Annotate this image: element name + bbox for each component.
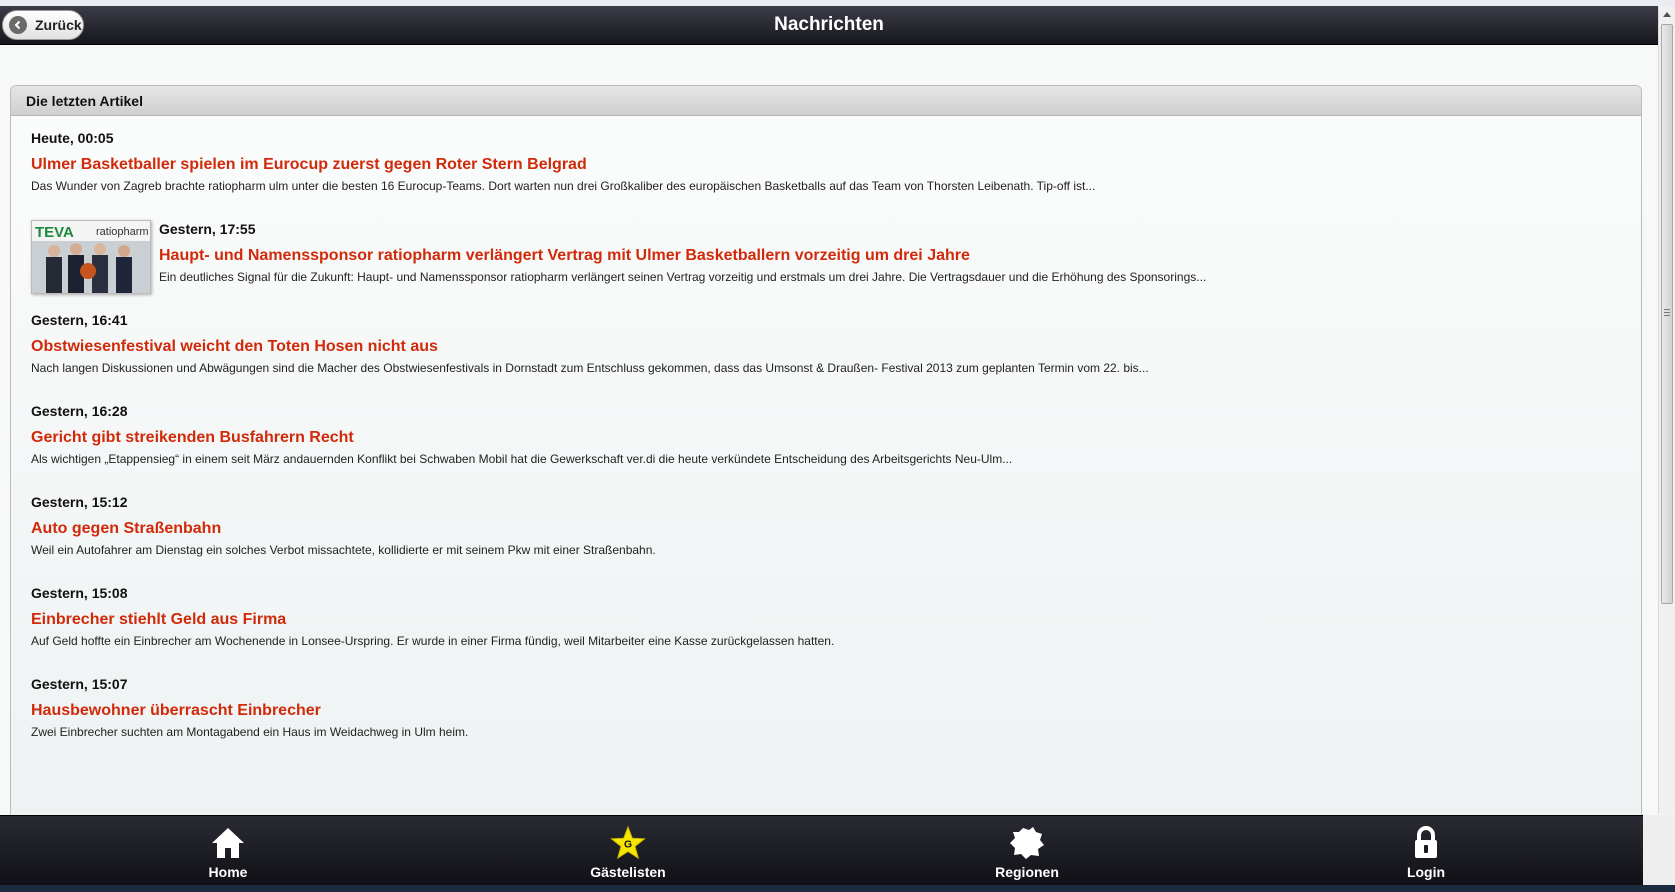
os-taskbar [0,885,1675,892]
ratiopharm-logo: ratiopharm [96,226,149,238]
article-date: Gestern, 15:07 [31,676,128,692]
article-date: Gestern, 17:55 [159,221,256,237]
article-item[interactable]: Heute, 00:05 Ulmer Basketballer spielen … [31,129,1621,194]
article-item[interactable]: Gestern, 16:28 Gericht gibt streikenden … [31,402,1621,467]
article-title-link[interactable]: Einbrecher stiehlt Geld aus Firma [31,610,1621,630]
article-date: Gestern, 15:08 [31,585,128,601]
article-title-link[interactable]: Hausbewohner überrascht Einbrecher [31,701,1621,721]
article-teaser: Auf Geld hoffte ein Einbrecher am Wochen… [31,634,835,648]
article-thumbnail[interactable]: TEVA ratiopharm [31,220,151,294]
teva-logo: TEVA [35,224,74,241]
scrollbar-corner [1643,815,1675,885]
article-teaser: Weil ein Autofahrer am Dienstag ein solc… [31,543,656,557]
articles-panel: Die letzten Artikel Heute, 00:05 Ulmer B… [10,85,1642,820]
content-area: Die letzten Artikel Heute, 00:05 Ulmer B… [0,45,1658,820]
article-title-link[interactable]: Haupt- und Namenssponsor ratiopharm verl… [159,246,1621,266]
tab-login[interactable]: Login [1326,816,1526,886]
article-item[interactable]: Gestern, 15:08 Einbrecher stiehlt Geld a… [31,584,1621,649]
page-title: Nachrichten [774,14,884,35]
article-title-link[interactable]: Auto gegen Straßenbahn [31,519,1621,539]
lock-icon [1408,825,1444,861]
tab-login-label: Login [1406,864,1446,880]
region-map-icon [1009,825,1045,861]
tab-regionen-label: Regionen [995,864,1059,880]
article-item[interactable]: Gestern, 15:12 Auto gegen Straßenbahn We… [31,493,1621,558]
tab-home[interactable]: Home [128,816,328,886]
article-date: Gestern, 15:12 [31,494,128,510]
star-g-letter: G [624,840,632,851]
article-teaser: Das Wunder von Zagreb brachte ratiopharm… [31,179,1096,193]
article-teaser: Ein deutliches Signal für die Zukunft: H… [159,270,1207,284]
vertical-scrollbar[interactable] [1658,6,1675,814]
tab-gaestelisten[interactable]: G Gästelisten [528,816,728,886]
tab-home-label: Home [208,864,248,880]
article-item[interactable]: Gestern, 15:07 Hausbewohner überrascht E… [31,675,1621,740]
article-title-link[interactable]: Gericht gibt streikenden Busfahrern Rech… [31,428,1621,448]
bottom-tab-bar: Home G Gästelisten Regionen Login [0,815,1643,886]
star-g-icon: G [610,825,646,861]
article-teaser: Zwei Einbrecher suchten am Montagabend e… [31,725,469,739]
article-date: Gestern, 16:28 [31,403,128,419]
article-date: Gestern, 16:41 [31,312,128,328]
scrollbar-thumb[interactable] [1661,24,1673,604]
article-date: Heute, 00:05 [31,130,114,146]
article-item[interactable]: Gestern, 16:41 Obstwiesenfestival weicht… [31,311,1621,376]
article-title-link[interactable]: Ulmer Basketballer spielen im Eurocup zu… [31,155,1621,175]
home-icon [210,825,246,861]
article-title-link[interactable]: Obstwiesenfestival weicht den Toten Hose… [31,337,1621,357]
tab-regionen[interactable]: Regionen [927,816,1127,886]
scroll-up-arrow-icon[interactable] [1663,12,1671,17]
panel-heading: Die letzten Artikel [11,86,1641,116]
tab-gaestelisten-label: Gästelisten [590,864,666,880]
header-bar: Zurück Nachrichten [0,6,1658,45]
article-teaser: Nach langen Diskussionen und Abwägungen … [31,361,1149,375]
article-teaser: Als wichtigen „Etappensieg“ in einem sei… [31,452,1013,466]
